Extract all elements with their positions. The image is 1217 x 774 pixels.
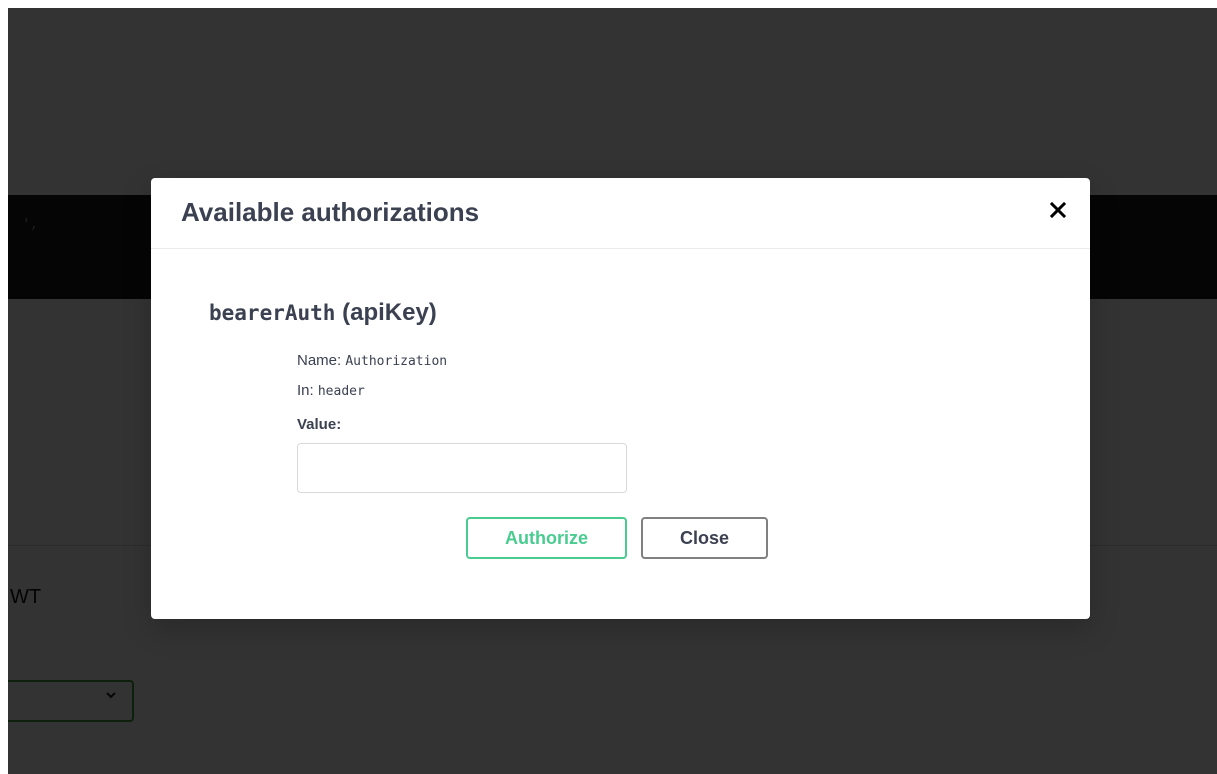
name-value: Authorization xyxy=(345,354,448,369)
scheme-name-row: Name: Authorization xyxy=(297,352,447,369)
close-icon[interactable] xyxy=(1044,196,1072,224)
page-viewport: ', WT Available authorizations bearerAut… xyxy=(8,8,1217,774)
in-label: In: xyxy=(297,382,314,399)
close-button[interactable]: Close xyxy=(641,517,768,559)
value-label: Value: xyxy=(297,416,342,433)
scheme-in-row: In: header xyxy=(297,382,365,399)
auth-modal: Available authorizations bearerAuth (api… xyxy=(151,178,1090,619)
name-label: Name: xyxy=(297,352,342,369)
in-value: header xyxy=(317,384,365,399)
modal-header: Available authorizations xyxy=(151,178,1090,249)
scheme-type: (apiKey) xyxy=(342,299,437,326)
scheme-name: bearerAuth xyxy=(209,301,336,325)
modal-title: Available authorizations xyxy=(181,197,480,227)
authorize-button[interactable]: Authorize xyxy=(466,517,627,559)
scheme-title: bearerAuth (apiKey) xyxy=(209,299,437,327)
value-input[interactable] xyxy=(297,443,627,493)
